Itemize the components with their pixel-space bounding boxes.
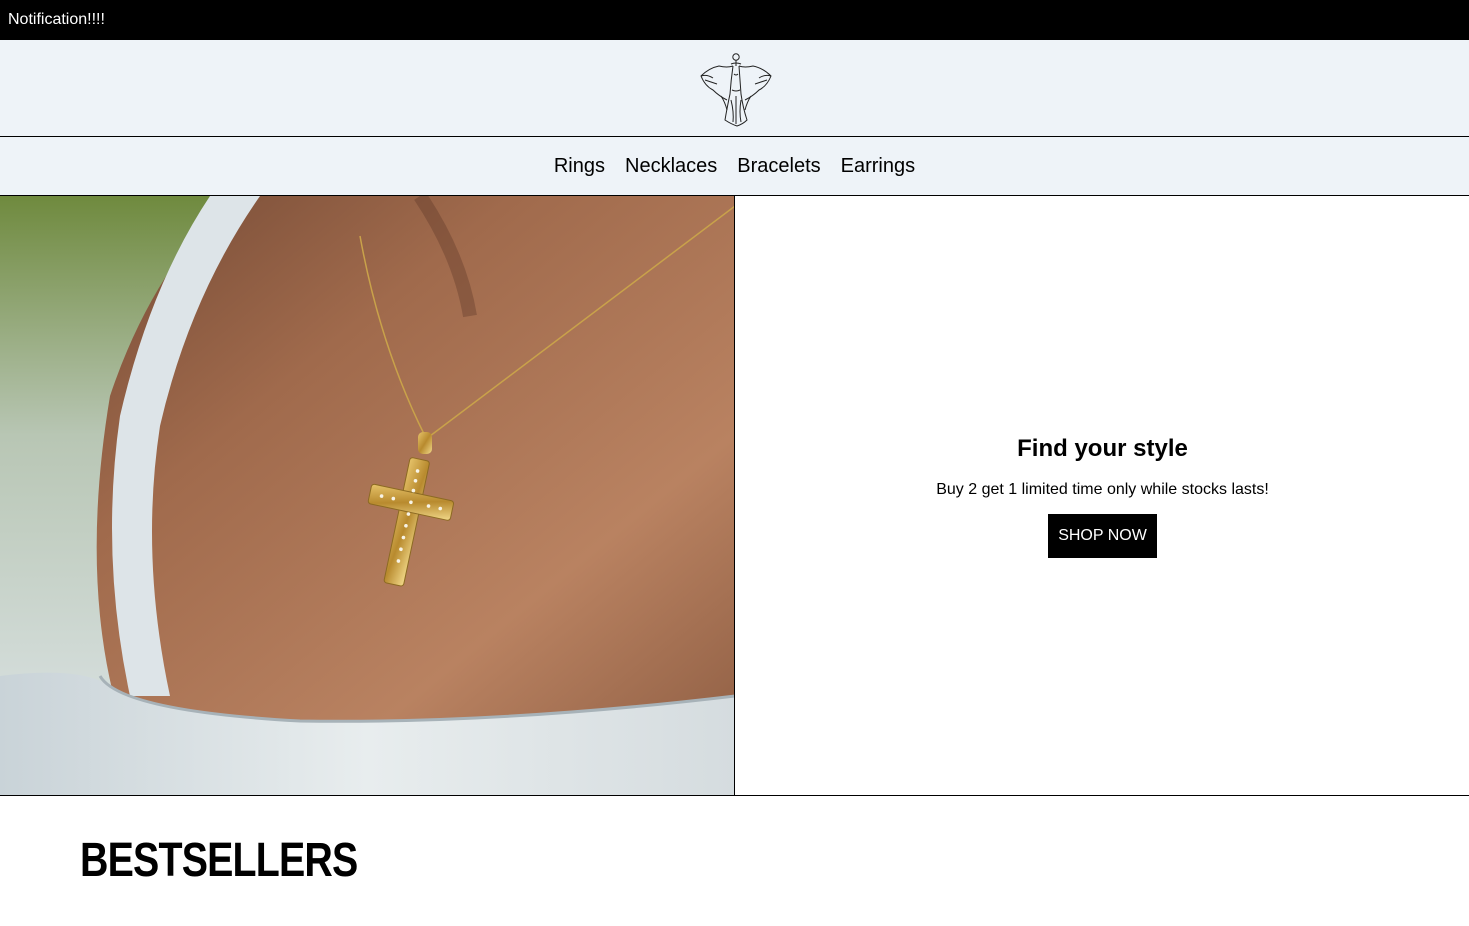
- nav-item-necklaces[interactable]: Necklaces: [615, 154, 727, 178]
- site-header: [0, 40, 1469, 137]
- logo-svg: [700, 53, 772, 127]
- nav-item-earrings[interactable]: Earrings: [831, 154, 925, 178]
- hero-title: Find your style: [1017, 435, 1188, 462]
- nav-item-bracelets[interactable]: Bracelets: [727, 154, 830, 178]
- hero-subtitle: Buy 2 get 1 limited time only while stoc…: [936, 481, 1269, 498]
- notification-text: Notification!!!!: [8, 11, 105, 28]
- hero-photo-illustration: [0, 196, 734, 795]
- hero-banner: Find your style Buy 2 get 1 limited time…: [0, 196, 1469, 796]
- main-nav: Rings Necklaces Bracelets Earrings: [0, 137, 1469, 196]
- shop-now-button[interactable]: SHOP NOW: [1048, 514, 1157, 558]
- bestsellers-heading: BESTSELLERS: [80, 834, 358, 887]
- nav-item-rings[interactable]: Rings: [544, 154, 615, 178]
- nav-list: Rings Necklaces Bracelets Earrings: [0, 137, 1469, 195]
- hero-copy-panel: Find your style Buy 2 get 1 limited time…: [736, 196, 1469, 795]
- dancer-figure-logo-icon[interactable]: [697, 50, 775, 128]
- necklace-cross-pendant-photo: [0, 196, 735, 795]
- notification-bar: Notification!!!!: [0, 0, 1469, 40]
